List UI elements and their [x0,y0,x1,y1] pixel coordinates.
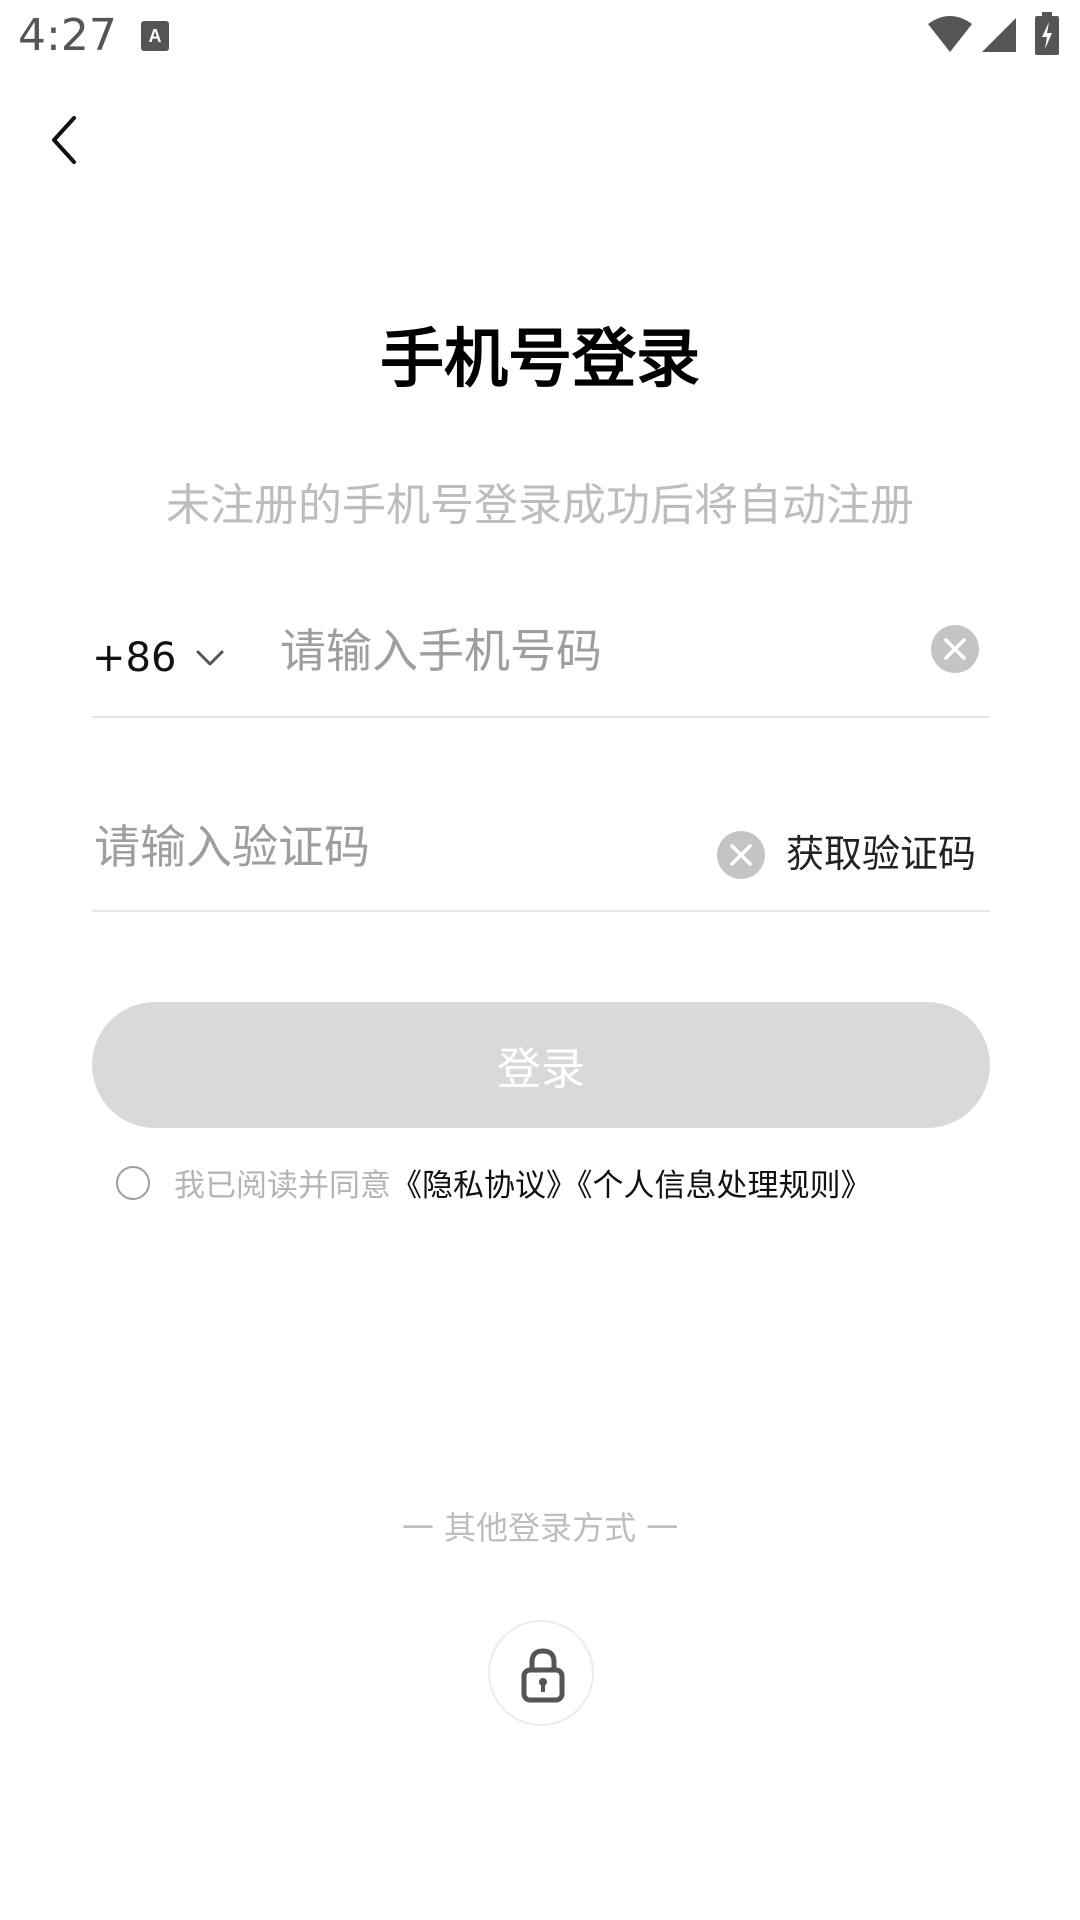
country-code-selector[interactable]: +86 [92,622,176,694]
signal-icon [982,18,1016,52]
status-time: 4:27 [18,10,117,61]
code-row: 获取验证码 [92,806,990,912]
wifi-icon [928,16,972,52]
privacy-policy-link[interactable]: 《隐私协议》 [391,1168,577,1204]
password-login-button[interactable] [488,1620,594,1726]
page-title: 手机号登录 [380,323,700,397]
status-bar: 4:27 A [0,0,1080,72]
chevron-down-icon[interactable] [192,630,228,686]
other-login-label: 一 其他登录方式 一 [401,1509,679,1547]
phone-row: +86 [92,600,990,718]
personal-info-rules-link[interactable]: 《个人信息处理规则》 [577,1168,872,1204]
lock-icon [521,1648,565,1703]
agreement-text: 我已阅读并同意《隐私协议》《个人信息处理规则》 [174,1162,872,1210]
svg-text:A: A [149,26,162,46]
text-input-icon: A [141,21,169,51]
get-code-button[interactable]: 获取验证码 [786,824,976,884]
subtitle: 未注册的手机号登录成功后将自动注册 [166,480,914,531]
login-button[interactable]: 登录 [92,1002,990,1128]
battery-charging-icon [1035,12,1059,55]
clear-icon[interactable] [930,624,980,674]
clear-icon[interactable] [716,830,766,880]
agreement-prefix: 我已阅读并同意 [174,1168,391,1204]
agree-checkbox[interactable] [116,1166,150,1200]
chevron-left-icon [52,116,76,164]
phone-input[interactable] [278,610,802,692]
verification-code-input[interactable] [92,806,696,888]
agreement: 我已阅读并同意《隐私协议》《个人信息处理规则》 [116,1162,1016,1214]
back-button[interactable] [40,100,92,180]
